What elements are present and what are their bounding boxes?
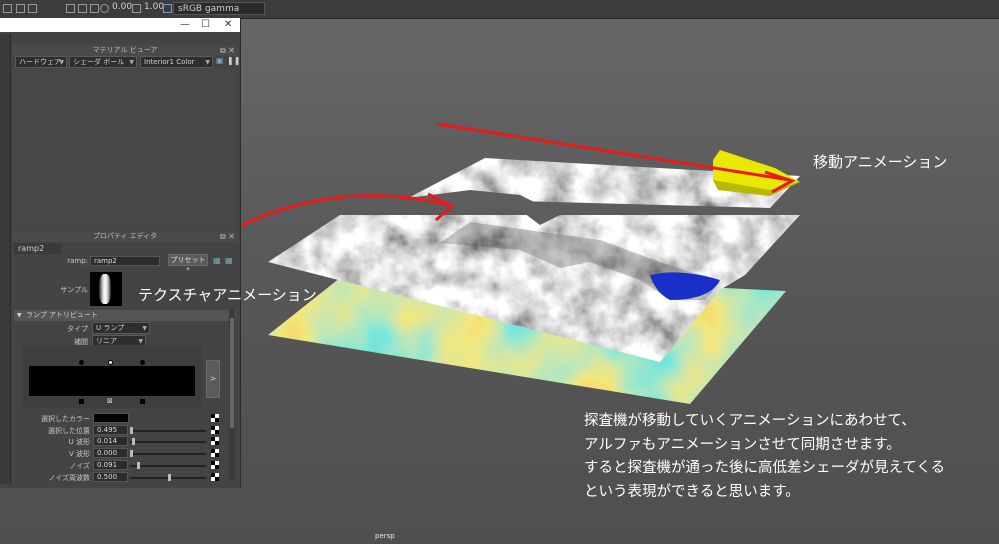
tool-icon[interactable] [90,4,99,13]
explanation-line: すると探査機が通った後に高低差シェーダが見えてくる [584,460,946,476]
row-value-field[interactable]: 0.000 [93,448,128,459]
type-select[interactable]: U ランプ [92,322,150,334]
slider-knob[interactable] [131,438,135,446]
tool-icon[interactable] [66,4,75,13]
close-icon[interactable]: ⧉ ✕ [220,231,235,242]
texture-animation-label: テクスチャアニメーション [138,286,317,304]
map-button[interactable] [211,460,219,469]
row-label: 選択したカラー [41,415,90,423]
ramp-position-handle[interactable] [79,399,84,404]
ramp-expand-button[interactable]: > [206,360,220,398]
delete-entry-icon[interactable]: ⊠ [107,397,113,405]
map-button[interactable] [211,414,219,422]
row-value-field[interactable]: 0.091 [93,459,128,470]
tool-icon[interactable] [78,4,87,13]
ramp-gradient-bar[interactable] [29,366,195,396]
slider-knob[interactable] [168,473,171,481]
gamma-value[interactable]: 1.00 [144,2,164,12]
renderer-select[interactable]: ハードウェア [15,56,67,68]
row-value-field[interactable]: 0.014 [93,436,128,447]
explanation-line: 探査機が移動していくアニメーションにあわせて、 [584,413,916,429]
ramp-color-handle-selected[interactable] [108,360,113,365]
gear-icon[interactable] [100,4,109,13]
row-label: 選択した位置 [48,426,90,435]
map-button[interactable] [211,437,219,446]
ramp-name-field[interactable]: ramp2 [90,256,160,266]
row-slider[interactable] [130,429,206,432]
ramp-sample-swatch [90,272,122,306]
ramp-position-handle[interactable] [140,399,145,404]
copy-tab-icon[interactable]: ▦ [225,256,233,265]
row-label: U 波形 [68,438,90,447]
tool-icon[interactable] [28,4,37,13]
row-slider[interactable] [130,441,206,444]
slider-knob[interactable] [136,461,140,469]
preset-button[interactable]: プリセット* [168,254,208,274]
material-preview-area[interactable] [12,69,238,229]
row-value-field[interactable]: 0.495 [93,424,128,435]
minimize-icon[interactable]: — [180,18,190,31]
property-editor-title: プロパティ エディタ ⧉ ✕ [12,231,238,242]
row-slider[interactable] [130,464,206,467]
gamma-icon[interactable] [132,4,141,13]
ramp-color-handle[interactable] [79,360,84,365]
lighting-select[interactable]: Interior1 Color [140,56,213,68]
material-viewer-title-text: マテリアル ビューア [92,46,158,54]
explanation-line: という表現ができると思います。 [584,483,800,500]
explanation-text: 探査機が移動していくアニメーションにあわせて、 アルファもアニメーションさせて同… [584,410,945,504]
type-label: タイプ [67,325,88,333]
row-label: ノイズ [69,461,90,470]
ramp-attributes-section[interactable]: ランプ アトリビュート [14,310,236,321]
color-management-icon[interactable] [163,4,172,13]
row-slider[interactable] [130,453,206,456]
color-space-select[interactable]: sRGB gamma [173,2,265,15]
move-animation-label: 移動アニメーション [813,153,948,171]
row-value-field[interactable]: 0.500 [93,471,128,482]
scrollbar[interactable] [229,310,235,480]
scroll-thumb[interactable] [230,318,234,428]
close-icon[interactable]: ✕ [224,18,232,31]
close-icon[interactable]: ⧉ ✕ [220,45,235,56]
row-label: ノイズ周波数 [48,473,90,482]
tool-icon[interactable] [3,4,12,13]
slider-knob[interactable] [130,426,133,434]
sample-label: サンプル [60,286,88,294]
maximize-icon[interactable]: ☐ [201,18,210,31]
map-button[interactable] [211,472,219,481]
window-titlebar: — ☐ ✕ [0,18,240,32]
tab-ramp2[interactable]: ramp2 [14,243,62,254]
map-button[interactable] [211,425,219,434]
shader-ball-select[interactable]: シェーダ ボール [69,56,137,68]
property-editor-title-text: プロパティ エディタ [92,232,158,240]
ramp-label: ramp: [67,257,88,265]
focus-icon[interactable]: ▦ [213,256,221,265]
camera-label: persp [375,532,395,540]
tool-icon[interactable] [16,4,25,13]
side-strip [0,34,11,484]
snapshot-icon[interactable]: ▣ [216,56,224,65]
ramp-color-handle[interactable] [140,360,145,365]
material-viewer-title: マテリアル ビューア ⧉ ✕ [12,45,238,56]
slider-knob[interactable] [130,450,133,458]
exposure-value[interactable]: 0.00 [112,2,132,12]
status-toolbar: 0.00 1.00 sRGB gamma [0,0,999,19]
selected-color-swatch[interactable] [93,413,129,423]
map-button[interactable] [211,449,219,458]
pause-icon[interactable]: ❚❚ [227,56,240,65]
explanation-line: アルファもアニメーションさせて同期させます。 [584,436,901,453]
row-label: V 波形 [68,450,90,459]
